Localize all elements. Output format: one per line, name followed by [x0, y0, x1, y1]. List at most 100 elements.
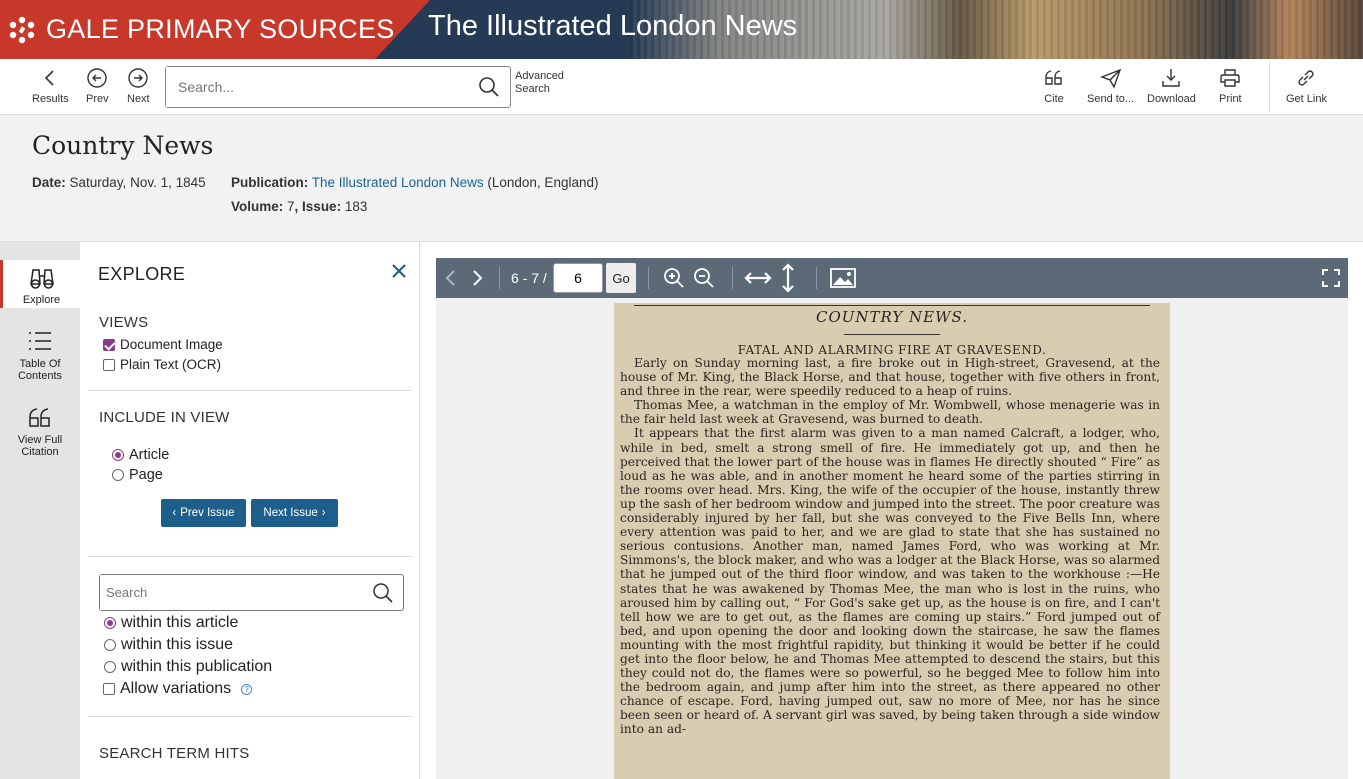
fit-width-icon[interactable]: [744, 267, 772, 289]
newspaper-article-body: Early on Sunday morning last, a fire bro…: [620, 356, 1160, 737]
fullscreen-icon[interactable]: [1320, 267, 1342, 289]
advanced-search-line2: Search: [515, 83, 550, 95]
within-publication-label: within this publication: [121, 658, 273, 675]
allow-variations-option[interactable]: Allow variations ?: [103, 680, 253, 698]
chevron-right-icon: ›: [321, 507, 326, 519]
document-viewer: 6 - 7 / Go COUNTRY NEWS. FATAL AND ALARM…: [436, 258, 1348, 779]
arrow-right-circle-icon: [128, 68, 149, 88]
view-plain-text-label: Plain Text (OCR): [120, 357, 222, 372]
cite-label: Cite: [1044, 93, 1064, 105]
rail-explore[interactable]: Explore: [0, 260, 80, 308]
viewer-divider: [816, 267, 817, 289]
zoom-in-icon[interactable]: [663, 267, 685, 289]
print-button[interactable]: Print: [1219, 67, 1242, 105]
within-publication-option[interactable]: within this publication: [104, 658, 272, 676]
within-issue-option[interactable]: within this issue: [104, 636, 233, 654]
plain-text-checkbox[interactable]: [103, 358, 115, 371]
within-article-label: within this article: [121, 614, 239, 631]
article-radio[interactable]: [112, 449, 124, 461]
rail-toc-line1: Table Of: [19, 358, 61, 370]
help-icon[interactable]: ?: [241, 683, 253, 695]
prev-issue-label: Prev Issue: [180, 507, 235, 519]
newspaper-paragraph: Thomas Mee, a watchman in the employ of …: [620, 398, 1160, 427]
explore-panel: EXPLORE VIEWS Document Image Plain Text …: [80, 242, 420, 779]
within-issue-label: within this issue: [121, 636, 234, 653]
allow-variations-checkbox[interactable]: [103, 683, 115, 695]
page-title: Country News: [32, 131, 214, 160]
prev-page-icon[interactable]: [440, 267, 462, 289]
rail-table-of-contents[interactable]: Table Of Contents: [0, 328, 80, 382]
next-issue-button[interactable]: Next Issue ›: [251, 499, 338, 527]
include-article-label: Article: [129, 447, 170, 463]
rail-toc-line2: Contents: [17, 370, 63, 382]
toolbar-divider: [1269, 61, 1270, 113]
rail-explore-label: Explore: [22, 294, 61, 306]
close-icon[interactable]: [390, 262, 408, 280]
volume-issue-meta: Volume: 7, Issue: 183: [231, 199, 367, 214]
binoculars-icon: [29, 269, 54, 289]
document-header: Country News Date: Saturday, Nov. 1, 184…: [0, 115, 1363, 242]
next-button[interactable]: Next: [127, 67, 150, 105]
rail-citation-line2: Citation: [21, 446, 59, 458]
gale-brand[interactable]: GALE PRIMARY SOURCES: [0, 0, 430, 59]
divider: [88, 556, 412, 557]
search-icon[interactable]: [372, 582, 394, 604]
chevron-left-icon: ‹: [172, 507, 177, 519]
viewer-divider: [499, 267, 500, 289]
page-range: 6 - 7 /: [511, 270, 547, 286]
link-icon: [1298, 70, 1315, 86]
results-button[interactable]: Results: [32, 67, 69, 105]
fit-height-icon[interactable]: [777, 263, 799, 293]
include-page-option[interactable]: Page: [112, 467, 163, 483]
within-publication-radio[interactable]: [104, 661, 116, 673]
prev-issue-button[interactable]: ‹ Prev Issue: [161, 499, 246, 527]
main-search-input[interactable]: [166, 67, 466, 107]
search-term-hits-heading: SEARCH TERM HITS: [99, 745, 250, 762]
download-button[interactable]: Download: [1147, 67, 1196, 105]
image-icon[interactable]: [829, 267, 857, 289]
send-to-button[interactable]: Send to...: [1087, 67, 1134, 105]
within-article-option[interactable]: within this article: [104, 614, 238, 632]
go-button[interactable]: Go: [606, 263, 636, 293]
results-label: Results: [32, 93, 69, 105]
views-heading: VIEWS: [99, 314, 149, 331]
search-icon[interactable]: [478, 76, 500, 98]
newspaper-page-image: COUNTRY NEWS. FATAL AND ALARMING FIRE AT…: [614, 303, 1170, 779]
prev-button[interactable]: Prev: [86, 67, 109, 105]
prev-label: Prev: [86, 93, 109, 105]
view-plain-text-option[interactable]: Plain Text (OCR): [103, 357, 221, 372]
page-radio[interactable]: [112, 469, 124, 481]
explore-search-input[interactable]: [100, 575, 360, 610]
within-article-radio[interactable]: [104, 617, 116, 629]
next-page-icon[interactable]: [466, 267, 488, 289]
within-issue-radio[interactable]: [104, 639, 116, 651]
cite-button[interactable]: Cite: [1043, 67, 1065, 105]
rail-view-full-citation[interactable]: View Full Citation: [0, 404, 80, 458]
divider: [88, 390, 412, 391]
date-value: Saturday, Nov. 1, 1845: [69, 175, 206, 190]
newspaper-rule: [844, 334, 940, 335]
page-number-input[interactable]: [553, 263, 603, 293]
publication-link[interactable]: The Illustrated London News: [312, 175, 484, 190]
advanced-search-link[interactable]: Advanced Search: [515, 70, 564, 96]
view-document-image-option[interactable]: Document Image: [103, 337, 223, 352]
volume-label: Volume:: [231, 199, 284, 214]
get-link-button[interactable]: Get Link: [1286, 67, 1327, 105]
next-label: Next: [127, 93, 150, 105]
quote-icon: [1045, 70, 1062, 85]
next-issue-label: Next Issue: [263, 507, 318, 519]
newspaper-rule: [634, 305, 1150, 306]
issue-value: 183: [344, 199, 368, 214]
newspaper-paragraph: It appears that the first alarm was give…: [620, 426, 1160, 737]
publication-banner-title: The Illustrated London News: [428, 10, 798, 42]
site-banner: GALE PRIMARY SOURCES The Illustrated Lon…: [0, 0, 1363, 59]
print-label: Print: [1219, 93, 1242, 105]
tool-rail: Explore Table Of Contents View Full Cita…: [0, 242, 80, 779]
include-article-option[interactable]: Article: [112, 447, 169, 463]
publication-place: (London, England): [487, 175, 599, 190]
allow-variations-label: Allow variations: [120, 680, 232, 697]
zoom-out-icon[interactable]: [693, 267, 715, 289]
chevron-left-icon: [45, 70, 54, 86]
view-document-image-label: Document Image: [120, 337, 223, 352]
document-image-checkbox[interactable]: [103, 338, 115, 351]
